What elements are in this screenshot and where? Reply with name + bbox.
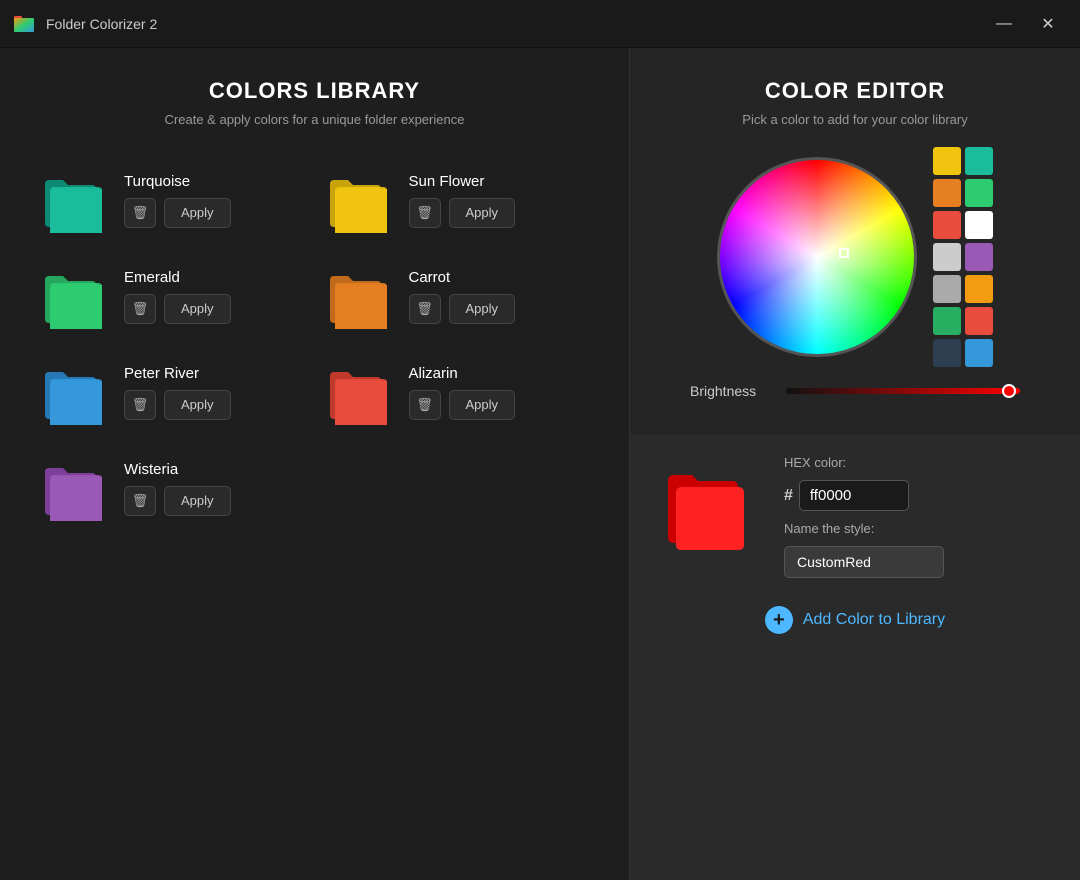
brightness-thumb <box>1002 384 1016 398</box>
color-wheel-area <box>660 147 1050 367</box>
titlebar: Folder Colorizer 2 — ✕ <box>0 0 1080 48</box>
main-content: COLORS LIBRARY Create & apply colors for… <box>0 48 1080 880</box>
color-item-alizarin: Alizarin 🗑 Apply <box>325 349 590 435</box>
app-title: Folder Colorizer 2 <box>46 16 984 32</box>
window-controls: — ✕ <box>984 9 1068 39</box>
delete-button-carrot[interactable]: 🗑 <box>409 294 441 324</box>
style-name-input[interactable] <box>784 546 944 578</box>
apply-button-alizarin[interactable]: Apply <box>449 390 516 420</box>
add-icon: + <box>765 606 793 634</box>
library-subtitle: Create & apply colors for a unique folde… <box>40 112 589 127</box>
colors-library-panel: COLORS LIBRARY Create & apply colors for… <box>0 48 630 880</box>
brightness-slider[interactable] <box>786 388 1020 394</box>
swatch-0[interactable] <box>933 147 961 175</box>
folder-icon-carrot <box>325 261 395 331</box>
color-actions-peter-river: 🗑 Apply <box>124 390 231 420</box>
color-info-turquoise: Turquoise 🗑 Apply <box>124 173 231 228</box>
apply-button-turquoise[interactable]: Apply <box>164 198 231 228</box>
color-info-peter-river: Peter River 🗑 Apply <box>124 365 231 420</box>
color-info-sun-flower: Sun Flower 🗑 Apply <box>409 173 516 228</box>
apply-button-carrot[interactable]: Apply <box>449 294 516 324</box>
color-info-alizarin: Alizarin 🗑 Apply <box>409 365 516 420</box>
editor-top: COLOR EDITOR Pick a color to add for you… <box>630 48 1080 435</box>
hex-label: HEX color: <box>784 455 944 470</box>
add-color-button[interactable]: + Add Color to Library <box>660 598 1050 642</box>
color-name-carrot: Carrot <box>409 269 516 286</box>
add-color-label: Add Color to Library <box>803 611 945 629</box>
brightness-area: Brightness <box>660 383 1050 415</box>
folder-icon-wisteria <box>40 453 110 523</box>
color-name-turquoise: Turquoise <box>124 173 231 190</box>
swatch-10[interactable] <box>933 307 961 335</box>
delete-button-sun-flower[interactable]: 🗑 <box>409 198 441 228</box>
color-actions-turquoise: 🗑 Apply <box>124 198 231 228</box>
hex-section: HEX color: # Name the style: <box>784 455 944 578</box>
editor-bottom: HEX color: # Name the style: + Add Color… <box>630 435 1080 880</box>
folder-icon-emerald <box>40 261 110 331</box>
color-actions-wisteria: 🗑 Apply <box>124 486 231 516</box>
apply-button-peter-river[interactable]: Apply <box>164 390 231 420</box>
apply-button-sun-flower[interactable]: Apply <box>449 198 516 228</box>
folder-icon-sun-flower <box>325 165 395 235</box>
delete-button-turquoise[interactable]: 🗑 <box>124 198 156 228</box>
swatch-6[interactable] <box>933 243 961 271</box>
color-actions-alizarin: 🗑 Apply <box>409 390 516 420</box>
hex-input-row: # <box>784 480 944 511</box>
color-info-carrot: Carrot 🗑 Apply <box>409 269 516 324</box>
color-item-carrot: Carrot 🗑 Apply <box>325 253 590 339</box>
swatch-4[interactable] <box>933 211 961 239</box>
color-wheel[interactable] <box>717 157 917 357</box>
folder-icon-peter-river <box>40 357 110 427</box>
swatch-3[interactable] <box>965 179 993 207</box>
wheel-cursor <box>839 248 849 258</box>
folder-icon-alizarin <box>325 357 395 427</box>
minimize-button[interactable]: — <box>984 9 1024 39</box>
swatch-13[interactable] <box>965 339 993 367</box>
color-swatches <box>933 147 993 367</box>
swatch-5[interactable] <box>965 211 993 239</box>
color-editor-panel: COLOR EDITOR Pick a color to add for you… <box>630 48 1080 880</box>
folder-icon-turquoise <box>40 165 110 235</box>
color-name-peter-river: Peter River <box>124 365 231 382</box>
color-grid: Turquoise 🗑 Apply Sun Flower 🗑 Apply <box>40 157 589 531</box>
color-actions-carrot: 🗑 Apply <box>409 294 516 324</box>
swatch-7[interactable] <box>965 243 993 271</box>
swatch-11[interactable] <box>965 307 993 335</box>
color-item-wisteria: Wisteria 🗑 Apply <box>40 445 305 531</box>
preview-folder <box>660 455 760 555</box>
close-button[interactable]: ✕ <box>1028 9 1068 39</box>
swatch-2[interactable] <box>933 179 961 207</box>
color-item-turquoise: Turquoise 🗑 Apply <box>40 157 305 243</box>
apply-button-emerald[interactable]: Apply <box>164 294 231 324</box>
swatch-8[interactable] <box>933 275 961 303</box>
swatch-9[interactable] <box>965 275 993 303</box>
brightness-label: Brightness <box>690 383 770 399</box>
color-item-emerald: Emerald 🗑 Apply <box>40 253 305 339</box>
color-actions-emerald: 🗑 Apply <box>124 294 231 324</box>
color-actions-sun-flower: 🗑 Apply <box>409 198 516 228</box>
editor-title: COLOR EDITOR <box>660 78 1050 104</box>
color-item-peter-river: Peter River 🗑 Apply <box>40 349 305 435</box>
color-info-emerald: Emerald 🗑 Apply <box>124 269 231 324</box>
hex-input[interactable] <box>799 480 909 511</box>
color-name-sun-flower: Sun Flower <box>409 173 516 190</box>
color-name-alizarin: Alizarin <box>409 365 516 382</box>
color-item-sun-flower: Sun Flower 🗑 Apply <box>325 157 590 243</box>
library-title: COLORS LIBRARY <box>40 78 589 104</box>
name-label: Name the style: <box>784 521 944 536</box>
swatch-1[interactable] <box>965 147 993 175</box>
delete-button-peter-river[interactable]: 🗑 <box>124 390 156 420</box>
color-name-wisteria: Wisteria <box>124 461 231 478</box>
delete-button-alizarin[interactable]: 🗑 <box>409 390 441 420</box>
delete-button-emerald[interactable]: 🗑 <box>124 294 156 324</box>
apply-button-wisteria[interactable]: Apply <box>164 486 231 516</box>
hex-hash: # <box>784 487 793 505</box>
editor-subtitle: Pick a color to add for your color libra… <box>660 112 1050 127</box>
delete-button-wisteria[interactable]: 🗑 <box>124 486 156 516</box>
color-info-wisteria: Wisteria 🗑 Apply <box>124 461 231 516</box>
app-icon <box>12 12 36 36</box>
preview-row: HEX color: # Name the style: <box>660 455 1050 578</box>
swatch-12[interactable] <box>933 339 961 367</box>
color-name-emerald: Emerald <box>124 269 231 286</box>
